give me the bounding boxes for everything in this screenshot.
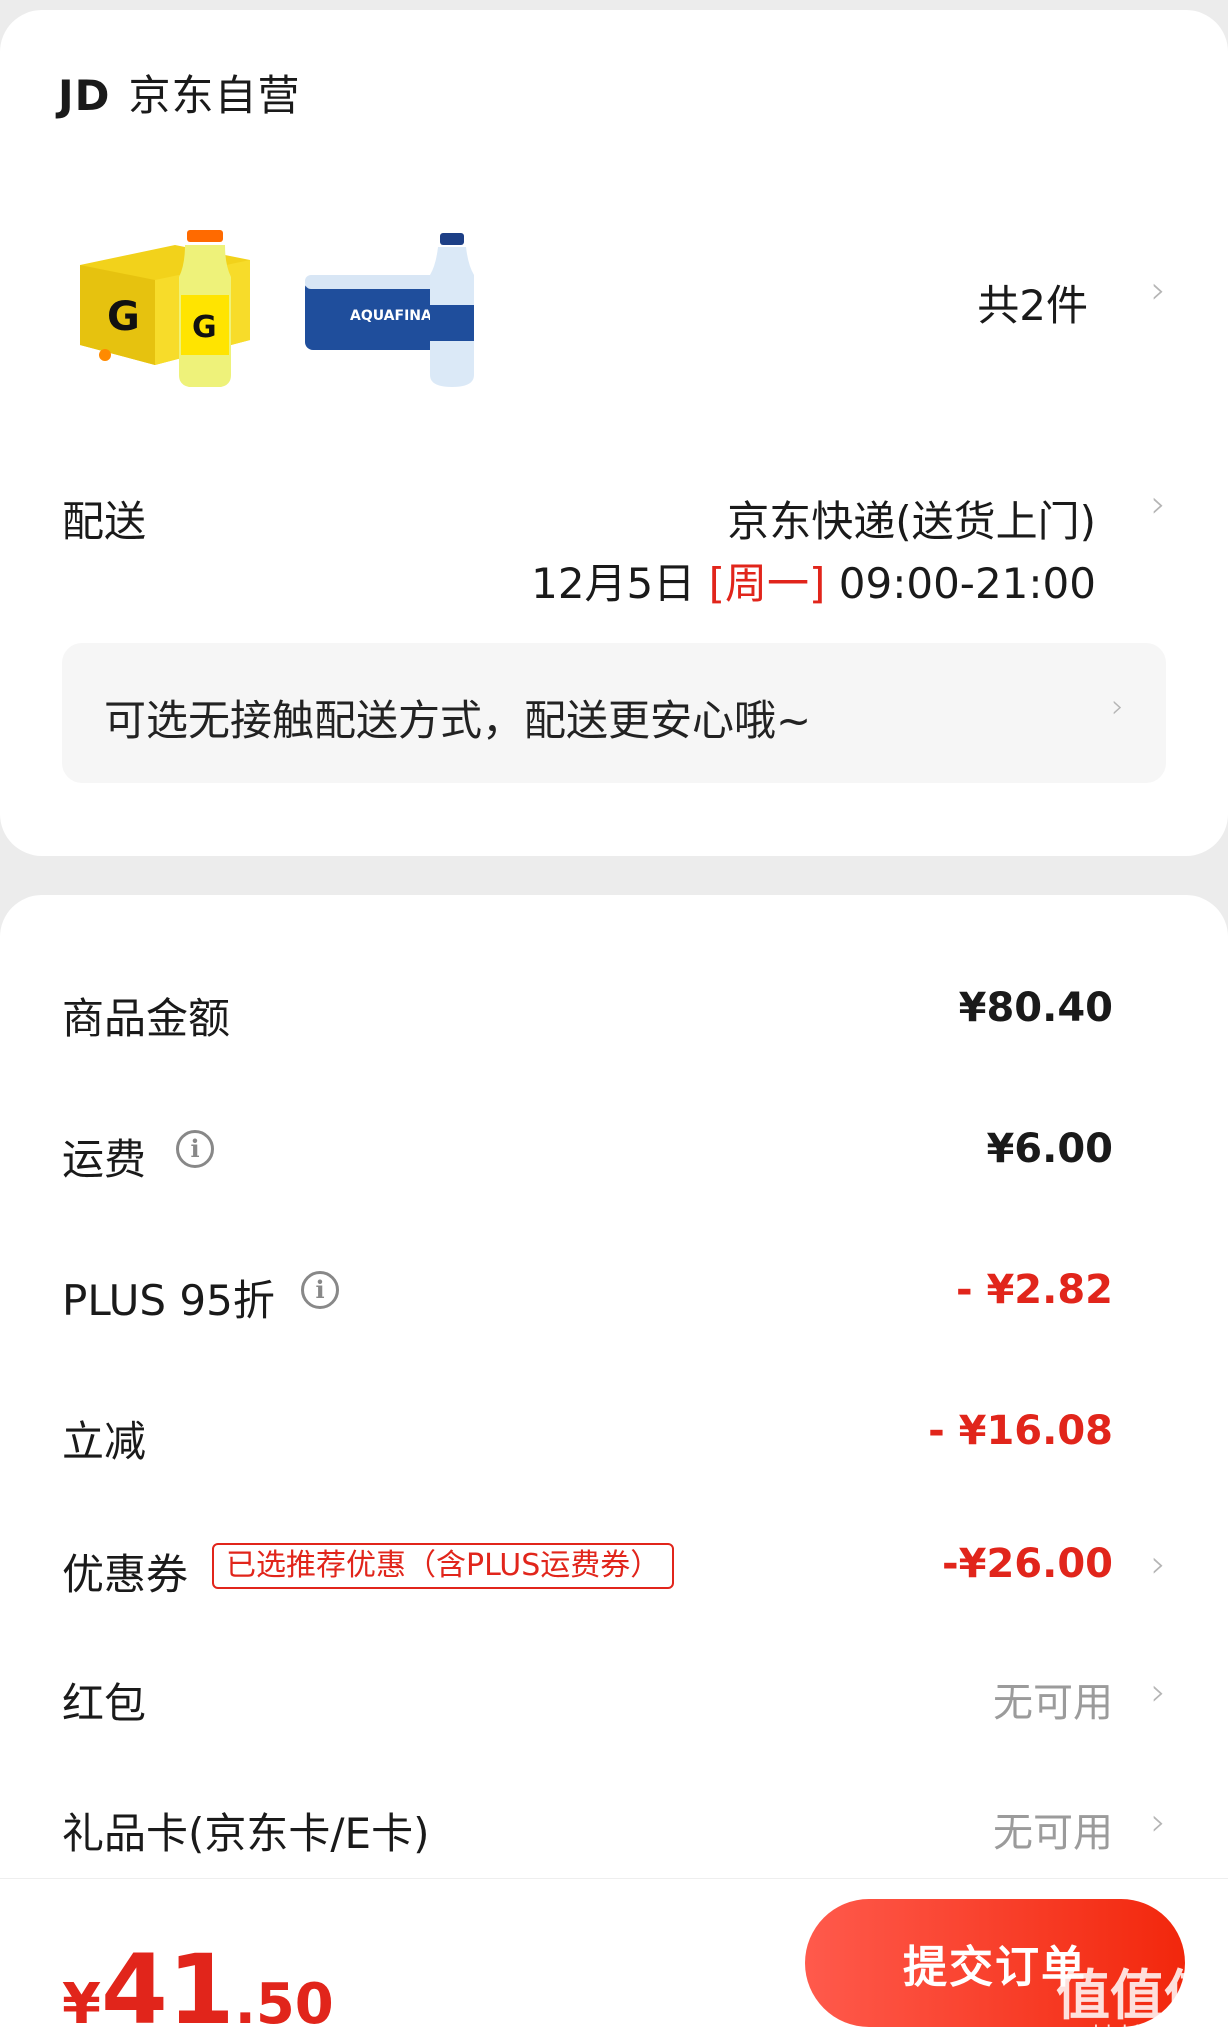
price-summary-card (0, 895, 1228, 2043)
goods-amount-label: 商品金额 (62, 994, 231, 1043)
aquafina-product-image[interactable]: AQUAFINA (300, 205, 500, 405)
coupon-label[interactable]: 优惠券 (62, 1541, 188, 1602)
shipping-fee-value: ¥6.00 (986, 1126, 1113, 1172)
chevron-right-icon[interactable]: › (1151, 1542, 1166, 1586)
plus-discount-label: PLUS 95折 (62, 1276, 275, 1325)
delivery-weekday: [周一] (708, 559, 826, 608)
goods-amount-value: ¥80.40 (958, 985, 1113, 1031)
red-packet-label[interactable]: 红包 (62, 1670, 146, 1731)
order-total: ¥41.50 (62, 1934, 334, 2043)
instant-discount-label: 立减 (62, 1417, 147, 1466)
svg-text:G: G (192, 310, 217, 345)
chevron-right-icon[interactable]: › (1151, 482, 1166, 526)
plus-discount-value: - ¥2.82 (955, 1267, 1113, 1313)
delivery-time[interactable]: 12月5日 [周一] 09:00-21:00 (531, 550, 1096, 611)
info-icon[interactable]: i (176, 1130, 214, 1168)
red-packet-value[interactable]: 无可用 (993, 1670, 1113, 1728)
shipping-fee-label: 运费 (62, 1135, 147, 1184)
contactless-delivery-notice[interactable]: 可选无接触配送方式，配送更安心哦~ › (62, 643, 1166, 783)
watermark: 值值值 zhizhizhi.com (1056, 1969, 1218, 2043)
delivery-label: 配送 (62, 497, 147, 546)
delivery-time-window: 09:00-21:00 (838, 559, 1096, 608)
gift-card-value[interactable]: 无可用 (993, 1800, 1113, 1858)
item-count[interactable]: 共2件 (977, 272, 1088, 333)
gift-card-label[interactable]: 礼品卡(京东卡/E卡) (62, 1800, 429, 1861)
currency-symbol: ¥ (62, 1972, 101, 2037)
info-icon[interactable]: i (301, 1271, 339, 1309)
chevron-right-icon[interactable]: › (1151, 268, 1166, 312)
watermark-text: 值值值 (1056, 1964, 1218, 2027)
chevron-right-icon[interactable]: › (1151, 1800, 1166, 1844)
coupon-tag: 已选推荐优惠（含PLUS运费券） (212, 1543, 675, 1589)
store-card: JD 京东自营 G G AQUAFINA 共2件 › 配送 京东快递(送货上门) … (0, 10, 1228, 856)
notice-text: 可选无接触配送方式，配送更安心哦~ (104, 696, 812, 745)
gatorade-product-image[interactable]: G G (75, 205, 275, 405)
store-header[interactable]: JD 京东自营 (58, 62, 301, 123)
store-name: 京东自营 (128, 71, 301, 120)
total-integer: 41 (100, 1934, 235, 2043)
delivery-date: 12月5日 (531, 559, 696, 608)
svg-text:G: G (107, 294, 140, 340)
instant-discount-value: - ¥16.08 (928, 1408, 1113, 1454)
delivery-method[interactable]: 京东快递(送货上门) (727, 488, 1096, 549)
svg-text:AQUAFINA: AQUAFINA (350, 308, 432, 324)
checkout-bar: ¥41.50 提交订单 值值值 zhizhizhi.com (0, 1878, 1228, 2043)
coupon-value[interactable]: -¥26.00 (942, 1541, 1113, 1587)
jd-logo: JD (58, 71, 111, 120)
chevron-right-icon: › (1111, 687, 1124, 725)
total-decimal: .50 (234, 1972, 334, 2037)
chevron-right-icon[interactable]: › (1151, 1670, 1166, 1714)
